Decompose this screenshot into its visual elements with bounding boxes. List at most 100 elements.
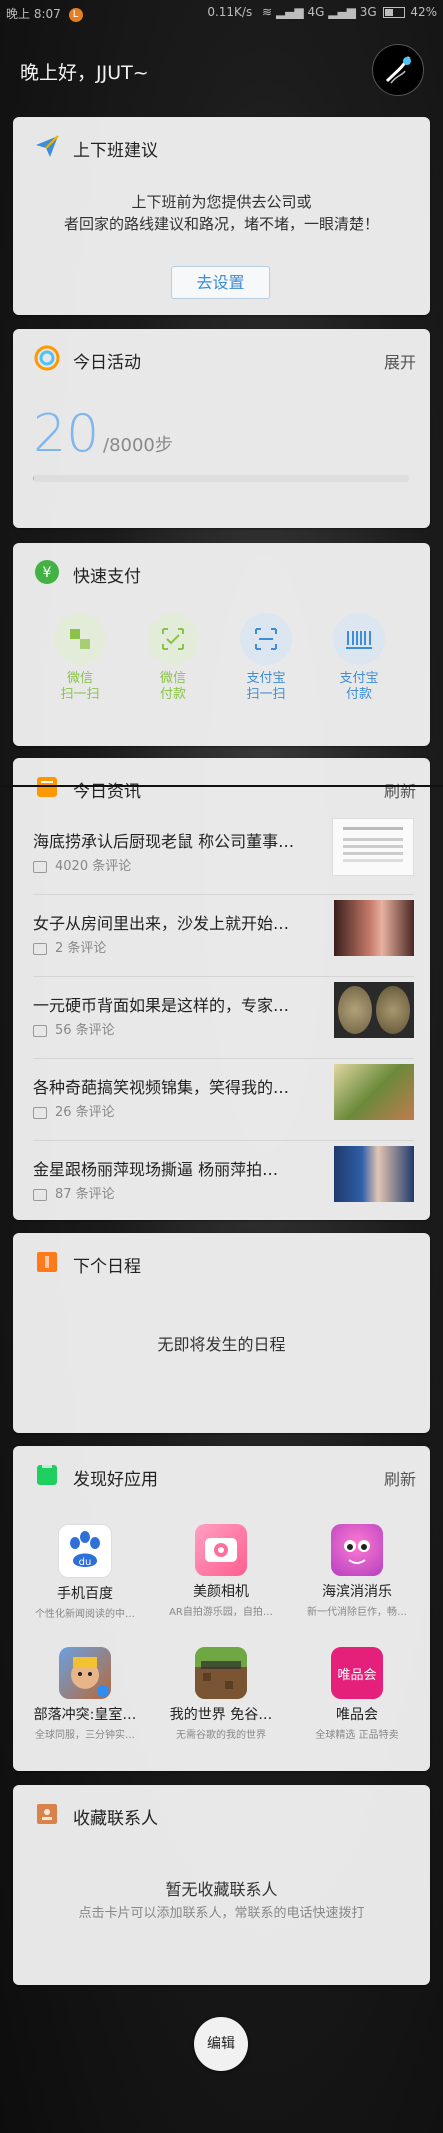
pay-label: 支付宝 付款 <box>314 671 404 703</box>
news-meta: 26 条评论 <box>33 1101 115 1120</box>
app-item[interactable]: 海滨消消乐 新一代消除巨作，畅… <box>297 1524 417 1618</box>
minecraft-app-icon <box>195 1647 247 1699</box>
wechat-pay-button[interactable]: 微信 付款 <box>128 613 218 703</box>
news-comments: 26 条评论 <box>55 1105 115 1120</box>
svg-text:du: du <box>79 1557 92 1568</box>
news-card: 今日资讯 刷新 海底捞承认后厨现老鼠 称公司董事会… 4020 条评论 女子从房… <box>0 758 443 1222</box>
edit-button[interactable]: 编辑 <box>194 2017 248 2071</box>
card-title: 上下班建议 <box>73 141 158 161</box>
pay-label-line2: 付款 <box>345 687 372 702</box>
news-comments: 56 条评论 <box>55 1023 115 1038</box>
card-title: 今日活动 <box>73 353 141 373</box>
contacts-hint: 点击卡片可以添加联系人，常联系的电话快速拨打 <box>78 1906 365 1921</box>
status-time: 晚上 8:07 <box>6 7 61 21</box>
card-title: 快速支付 <box>73 567 141 587</box>
wechat-scan-button[interactable]: 微信 扫一扫 <box>35 613 125 703</box>
vipshop-app-icon: 唯品会 <box>331 1647 383 1699</box>
commute-description: 上下班前为您提供去公司或 者回家的路线建议和路况，堵不堵，一眼清楚！ <box>13 191 430 235</box>
app-desc: 无需谷歌的我的世界 <box>176 1730 266 1741</box>
pay-label-line1: 支付宝 <box>339 671 379 686</box>
news-thumbnail <box>334 982 414 1038</box>
news-icon <box>33 773 61 801</box>
app-item[interactable]: 唯品会 唯品会 全球精选 正品特卖 <box>297 1647 417 1741</box>
expand-button[interactable]: 展开 <box>384 349 416 373</box>
app-name: 美颜相机 <box>193 1584 249 1600</box>
comment-icon <box>33 1188 47 1201</box>
alipay-scan-button[interactable]: 支付宝 扫一扫 <box>221 613 311 703</box>
contact-book-icon <box>33 1800 61 1828</box>
pay-label-line1: 支付宝 <box>246 671 286 686</box>
svg-text:¥: ¥ <box>43 565 52 581</box>
pay-label: 支付宝 扫一扫 <box>221 671 311 703</box>
news-comments: 87 条评论 <box>55 1187 115 1202</box>
news-item[interactable]: 金星跟杨丽萍现场撕逼 杨丽萍拍… 87 条评论 <box>33 1140 414 1222</box>
notification-badge: L <box>68 7 83 22</box>
news-item[interactable]: 各种奇葩搞笑视频锦集，笑得我的… 26 条评论 <box>33 1058 414 1141</box>
card-title: 发现好应用 <box>73 1470 158 1490</box>
news-item[interactable]: 女子从房间里出来，沙发上就开始… 2 条评论 <box>33 894 414 977</box>
app-store-icon <box>33 1461 61 1489</box>
refresh-button[interactable]: 刷新 <box>384 778 416 802</box>
signal-icon: ▂▄▆ <box>275 5 304 19</box>
news-title: 各种奇葩搞笑视频锦集，笑得我的… <box>33 1078 290 1097</box>
setup-button[interactable]: 去设置 <box>171 266 270 299</box>
app-item[interactable]: 美颜相机 AR自拍游乐园，自拍… <box>161 1524 281 1618</box>
paper-plane-icon <box>33 132 61 160</box>
app-desc: 全球精选 正品特卖 <box>315 1730 399 1741</box>
refresh-button[interactable]: 刷新 <box>384 1466 416 1490</box>
commute-description-line2: 者回家的路线建议和路况，堵不堵，一眼清楚！ <box>63 215 379 233</box>
app-desc: 新一代消除巨作，畅… <box>307 1607 407 1618</box>
news-meta: 4020 条评论 <box>33 855 131 874</box>
news-title: 海底捞承认后厨现老鼠 称公司董事会… <box>33 832 303 851</box>
camera-app-icon <box>195 1524 247 1576</box>
card-title: 收藏联系人 <box>73 1809 158 1829</box>
commute-card[interactable]: 上下班建议 上下班前为您提供去公司或 者回家的路线建议和路况，堵不堵，一眼清楚！… <box>13 117 430 315</box>
activity-card[interactable]: 今日活动 展开 20 /8000步 <box>13 329 430 528</box>
comment-icon <box>33 1024 47 1037</box>
contacts-empty-text: 暂无收藏联系人 <box>165 1880 278 1899</box>
news-thumbnail <box>332 818 414 876</box>
steps-progress-bar <box>33 475 409 482</box>
app-item[interactable]: du 手机百度 个性化新闻阅读的中… <box>25 1524 145 1620</box>
news-title: 女子从房间里出来，沙发上就开始… <box>33 914 290 933</box>
wifi-icon: ≋ <box>262 5 273 19</box>
app-item[interactable]: 部落冲突:皇室… 全球同服，三分钟实… <box>25 1647 145 1741</box>
vipshop-logo-text: 唯品会 <box>337 1668 377 1683</box>
steps-progress-fill <box>33 475 34 482</box>
app-item[interactable]: 我的世界 免谷… 无需谷歌的我的世界 <box>161 1647 281 1741</box>
battery-level: 42% <box>410 5 437 19</box>
schedule-card[interactable]: 下个日程 无即将发生的日程 <box>13 1233 430 1433</box>
news-item[interactable]: 海底捞承认后厨现老鼠 称公司董事会… 4020 条评论 <box>33 812 414 895</box>
news-thumbnail <box>334 1064 414 1120</box>
yuan-icon: ¥ <box>33 558 61 586</box>
quick-pay-card: ¥ 快速支付 微信 扫一扫 微信 付款 支付宝 扫一扫 支付宝 付款 <box>13 543 430 746</box>
greeting-text: 晚上好，JJUT~ <box>20 62 149 84</box>
pay-label-line2: 付款 <box>159 687 186 702</box>
baidu-app-icon: du <box>58 1524 112 1578</box>
news-thumbnail <box>334 900 414 956</box>
card-title: 今日资讯 <box>73 782 141 802</box>
news-thumbnail <box>334 1146 414 1202</box>
avatar[interactable] <box>372 44 424 96</box>
status-bar: 晚上 8:07 L 0.11K/s ≋ ▂▄▆ 4G ▂▄▆ 3G 42% <box>0 0 443 26</box>
news-item[interactable]: 一元硬币背面如果是这样的，专家… 56 条评论 <box>33 976 414 1059</box>
battery-icon <box>382 7 405 18</box>
pay-label: 微信 付款 <box>128 671 218 703</box>
alipay-pay-button[interactable]: 支付宝 付款 <box>314 613 404 703</box>
activity-ring-icon <box>33 344 61 372</box>
steps-goal: /8000步 <box>103 435 173 456</box>
pay-label-line1: 微信 <box>66 671 93 686</box>
news-meta: 56 条评论 <box>33 1019 115 1038</box>
alipay-scan-icon <box>240 613 292 665</box>
alipay-pay-icon <box>333 613 385 665</box>
comment-icon <box>33 860 47 873</box>
network-speed: 0.11K/s <box>207 5 253 19</box>
news-title: 金星跟杨丽萍现场撕逼 杨丽萍拍… <box>33 1160 279 1179</box>
news-meta: 2 条评论 <box>33 937 106 956</box>
app-desc: AR自拍游乐园，自拍… <box>169 1607 273 1618</box>
app-name: 我的世界 免谷… <box>169 1707 273 1723</box>
contacts-card[interactable]: 收藏联系人 暂无收藏联系人 点击卡片可以添加联系人，常联系的电话快速拨打 <box>13 1785 430 1985</box>
steps-count: 20 <box>33 404 100 464</box>
commute-description-line1: 上下班前为您提供去公司或 <box>131 193 312 211</box>
pay-label: 微信 扫一扫 <box>35 671 125 703</box>
